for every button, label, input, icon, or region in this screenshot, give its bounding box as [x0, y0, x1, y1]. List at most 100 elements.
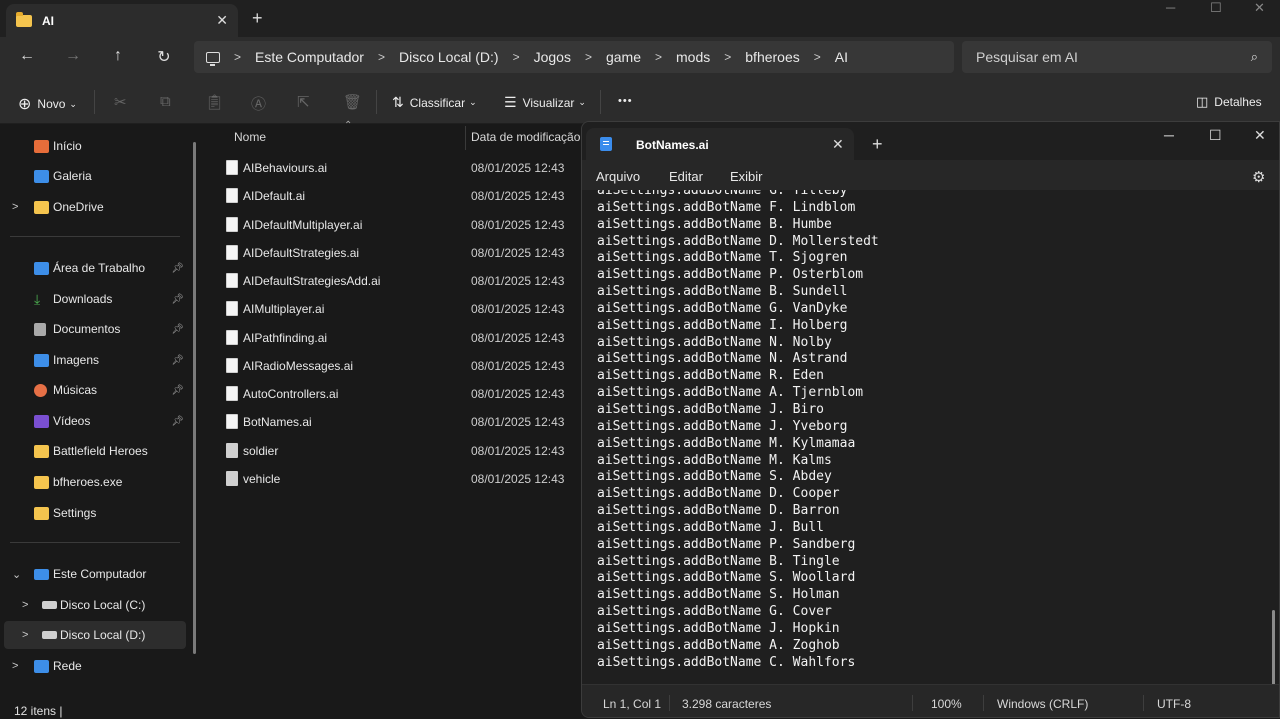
pin-icon[interactable]: 📌︎	[171, 355, 184, 366]
paste-icon[interactable]: 📋︎	[205, 93, 224, 111]
chevron-right-icon[interactable]: >	[655, 50, 662, 64]
editor-scrollbar[interactable]	[1272, 610, 1275, 684]
chevron-down-icon[interactable]: ⌄	[12, 568, 21, 581]
file-row[interactable]: AIBehaviours.ai 08/01/2025 12:43	[205, 153, 585, 181]
sidebar-item-documents[interactable]: Documentos 📌︎	[4, 315, 186, 343]
up-button[interactable]: ↑	[107, 47, 129, 65]
text-editor[interactable]: aiSettings.addBotName G. Tilleby aiSettin…	[582, 190, 1279, 684]
view-label: Visualizar	[522, 95, 575, 110]
forward-button[interactable]: →	[62, 47, 84, 65]
new-tab-button[interactable]: +	[252, 8, 263, 29]
maximize-button[interactable]: ☐	[1210, 0, 1222, 20]
sidebar-item-label: Downloads	[53, 292, 113, 306]
notepad-tab[interactable]: BotNames.ai ✕	[586, 128, 854, 160]
minimize-button[interactable]: ─	[1166, 0, 1175, 20]
close-window-button[interactable]: ✕	[1254, 0, 1265, 20]
breadcrumb-item[interactable]: bfheroes	[745, 49, 799, 65]
file-row[interactable]: BotNames.ai 08/01/2025 12:43	[205, 407, 585, 435]
sidebar-item-images[interactable]: Imagens 📌︎	[4, 346, 186, 374]
column-header-name[interactable]: Nome	[234, 130, 266, 144]
chevron-right-icon[interactable]: >	[513, 50, 520, 64]
maximize-button[interactable]: ☐	[1209, 127, 1222, 144]
file-row[interactable]: vehicle 08/01/2025 12:43	[205, 464, 585, 492]
menu-edit[interactable]: Editar	[669, 169, 703, 184]
sidebar-item-settings[interactable]: Settings	[4, 499, 186, 527]
close-tab-icon[interactable]: ✕	[832, 136, 844, 153]
gear-icon[interactable]: ⚙	[1252, 168, 1265, 186]
pin-icon[interactable]: 📌︎	[171, 416, 184, 427]
new-tab-button[interactable]: +	[872, 134, 883, 155]
close-tab-icon[interactable]: ✕	[216, 12, 228, 29]
sidebar-scrollbar[interactable]	[193, 142, 196, 654]
chevron-right-icon[interactable]: >	[12, 660, 18, 672]
zoom-level[interactable]: 100%	[931, 697, 962, 711]
chevron-right-icon[interactable]: >	[724, 50, 731, 64]
minimize-button[interactable]: ─	[1164, 127, 1174, 143]
search-input[interactable]: Pesquisar em AI ⌕	[962, 41, 1272, 73]
delete-icon[interactable]: 🗑︎	[343, 93, 362, 111]
file-row[interactable]: AIDefaultStrategiesAdd.ai 08/01/2025 12:…	[205, 266, 585, 294]
sidebar-item-drive-c[interactable]: > Disco Local (C:)	[4, 591, 186, 619]
breadcrumb-item[interactable]: game	[606, 49, 641, 65]
sidebar-item-desktop[interactable]: Área de Trabalho 📌︎	[4, 254, 186, 282]
sidebar-item-bfheroes-exe[interactable]: bfheroes.exe	[4, 468, 186, 496]
breadcrumb-item[interactable]: AI	[835, 49, 848, 65]
breadcrumb-item[interactable]: Jogos	[534, 49, 571, 65]
sidebar-item-downloads[interactable]: ⤓ Downloads 📌︎	[4, 285, 186, 313]
chevron-right-icon[interactable]: >	[234, 50, 241, 64]
chevron-right-icon[interactable]: >	[12, 201, 18, 213]
line-ending[interactable]: Windows (CRLF)	[997, 697, 1088, 711]
sidebar-item-drive-d[interactable]: > Disco Local (D:)	[4, 621, 186, 649]
column-header-date[interactable]: Data de modificação	[471, 130, 580, 144]
sidebar-item-battlefield-heroes[interactable]: Battlefield Heroes	[4, 437, 186, 465]
file-row[interactable]: AIPathfinding.ai 08/01/2025 12:43	[205, 323, 585, 351]
details-button[interactable]: ◫ Detalhes	[1196, 94, 1262, 110]
file-row[interactable]: AIDefaultStrategies.ai 08/01/2025 12:43	[205, 238, 585, 266]
sidebar-item-onedrive[interactable]: > OneDrive	[4, 193, 186, 221]
file-row[interactable]: AIMultiplayer.ai 08/01/2025 12:43	[205, 294, 585, 322]
pin-icon[interactable]: 📌︎	[171, 263, 184, 274]
menu-view[interactable]: Exibir	[730, 169, 763, 184]
file-row[interactable]: AIDefault.ai 08/01/2025 12:43	[205, 181, 585, 209]
file-row[interactable]: AIDefaultMultiplayer.ai 08/01/2025 12:43	[205, 210, 585, 238]
sidebar-item-videos[interactable]: Vídeos 📌︎	[4, 407, 186, 435]
encoding[interactable]: UTF-8	[1157, 697, 1191, 711]
sidebar-item-network[interactable]: > Rede	[4, 652, 186, 680]
close-window-button[interactable]: ✕	[1254, 127, 1266, 144]
chevron-right-icon[interactable]: >	[22, 629, 28, 641]
chevron-right-icon[interactable]: >	[22, 599, 28, 611]
editor-line: aiSettings.addBotName I. Holberg	[597, 317, 848, 333]
file-row[interactable]: AIRadioMessages.ai 08/01/2025 12:43	[205, 351, 585, 379]
copy-icon[interactable]: ⧉	[160, 93, 171, 110]
pin-icon[interactable]: 📌︎	[171, 324, 184, 335]
view-button[interactable]: ☰ Visualizar ⌄	[504, 94, 586, 111]
share-icon[interactable]: ⇱	[297, 93, 310, 111]
refresh-button[interactable]: ↻	[153, 47, 175, 67]
sidebar-item-music[interactable]: Músicas 📌︎	[4, 376, 186, 404]
file-row[interactable]: AutoControllers.ai 08/01/2025 12:43	[205, 379, 585, 407]
cut-icon[interactable]: ✂	[114, 93, 127, 111]
rename-icon[interactable]: Ⓐ	[251, 93, 266, 114]
sort-ascending-icon: ⌃	[344, 120, 353, 131]
file-row[interactable]: soldier 08/01/2025 12:43	[205, 436, 585, 464]
explorer-tab[interactable]: AI ✕	[6, 4, 238, 37]
breadcrumb-item[interactable]: mods	[676, 49, 710, 65]
pin-icon[interactable]: 📌︎	[171, 385, 184, 396]
address-bar[interactable]: > Este Computador > Disco Local (D:) > J…	[194, 41, 954, 73]
chevron-right-icon[interactable]: >	[585, 50, 592, 64]
chevron-right-icon[interactable]: >	[378, 50, 385, 64]
folder-icon	[34, 444, 49, 458]
file-date: 08/01/2025 12:43	[471, 189, 565, 203]
sidebar-item-this-pc[interactable]: ⌄ Este Computador	[4, 560, 186, 588]
more-options-button[interactable]: •••	[618, 95, 633, 107]
sidebar-item-home[interactable]: Início	[4, 132, 186, 160]
pin-icon[interactable]: 📌︎	[171, 294, 184, 305]
chevron-right-icon[interactable]: >	[814, 50, 821, 64]
breadcrumb-item[interactable]: Este Computador	[255, 49, 364, 65]
sort-button[interactable]: ⇅ Classificar ⌄	[392, 94, 477, 111]
breadcrumb-item[interactable]: Disco Local (D:)	[399, 49, 499, 65]
back-button[interactable]: ←	[16, 47, 38, 65]
new-button[interactable]: ⊕ Novo ⌄	[18, 94, 77, 114]
sidebar-item-gallery[interactable]: Galeria	[4, 162, 186, 190]
menu-file[interactable]: Arquivo	[596, 169, 640, 184]
